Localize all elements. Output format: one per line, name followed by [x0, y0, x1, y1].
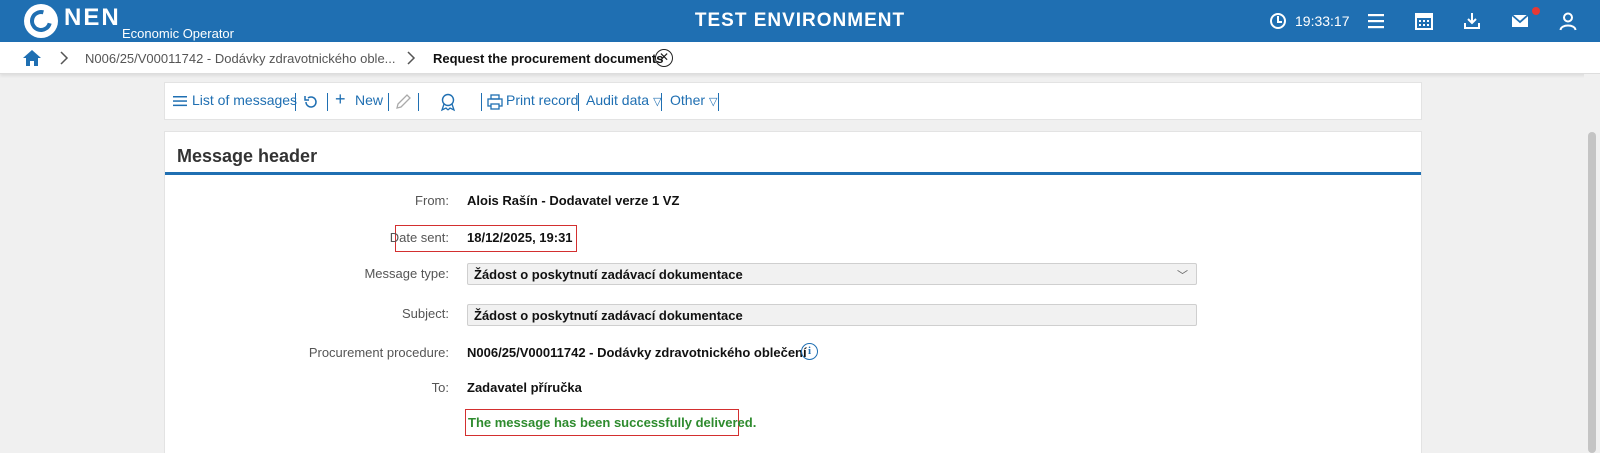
download-icon[interactable] [1462, 11, 1482, 31]
toolbar-divider [578, 93, 579, 111]
message-header-panel: Message header From: Alois Rašín - Dodav… [164, 131, 1422, 453]
toolbar-divider [388, 93, 389, 111]
new-button[interactable]: New [355, 92, 383, 108]
mail-icon[interactable] [1510, 11, 1530, 31]
title-divider [165, 172, 1421, 175]
message-type-value: Žádost o poskytnutí zadávací dokumentace [474, 267, 743, 282]
subject-value: Žádost o poskytnutí zadávací dokumentace [474, 308, 743, 323]
notification-badge [1532, 7, 1540, 15]
chevron-down-icon: ﹀ [1177, 270, 1188, 282]
scrollbar-thumb[interactable] [1588, 132, 1596, 453]
toolbar-divider [718, 93, 719, 111]
home-icon[interactable] [22, 49, 42, 67]
toolbar-divider [295, 93, 296, 111]
page-title: Message header [177, 146, 318, 166]
print-record-button[interactable]: Print record [506, 92, 578, 108]
session-time: 19:33:17 [1295, 13, 1350, 29]
environment-title: TEST ENVIRONMENT [694, 10, 906, 31]
from-label: From: [415, 193, 449, 208]
toolbar-divider [418, 93, 419, 111]
to-label: To: [431, 380, 449, 395]
user-icon[interactable] [1558, 11, 1578, 31]
menu-icon[interactable] [1366, 11, 1386, 31]
chevron-right-icon [407, 51, 416, 65]
toolbar-divider [481, 93, 482, 111]
other-label: Other [670, 92, 706, 108]
message-type-select[interactable]: Žádost o poskytnutí zadávací dokumentace… [467, 263, 1197, 285]
plus-icon: + [335, 89, 346, 109]
breadcrumb: N006/25/V00011742 - Dodávky zdravotnické… [0, 42, 1600, 74]
certificate-icon[interactable] [439, 92, 457, 112]
message-type-label: Message type: [364, 266, 449, 281]
date-sent-label: Date sent: [389, 230, 449, 245]
procurement-procedure-value[interactable]: N006/25/V00011742 - Dodávky zdravotnické… [467, 345, 807, 360]
toolbar-divider [661, 93, 662, 111]
toolbar-divider [327, 93, 328, 111]
audit-data-label: Audit data [586, 92, 650, 108]
chevron-right-icon [60, 51, 69, 65]
message-toolbar: List of messages + New Print record Audi… [164, 82, 1422, 120]
procurement-procedure-label: Procurement procedure: [308, 345, 449, 360]
info-icon[interactable]: i [801, 343, 818, 360]
list-of-messages-button[interactable]: List of messages [192, 92, 297, 108]
other-dropdown[interactable]: Other ▽ [670, 92, 717, 108]
list-icon [173, 96, 187, 107]
subject-field[interactable]: Žádost o poskytnutí zadávací dokumentace [467, 304, 1197, 326]
close-icon[interactable]: ✕ [655, 49, 673, 67]
edit-pencil-icon[interactable] [395, 93, 411, 110]
breadcrumb-current: Request the procurement documents [433, 51, 664, 66]
refresh-icon[interactable] [303, 94, 319, 110]
triangle-down-icon: ▽ [709, 96, 718, 108]
clock-icon [1270, 13, 1286, 29]
audit-data-dropdown[interactable]: Audit data ▽ [586, 92, 662, 108]
top-bar: NEN Economic Operator TEST ENVIRONMENT 1… [0, 0, 1600, 42]
to-value: Zadavatel příručka [467, 380, 582, 395]
calendar-icon[interactable] [1414, 11, 1434, 31]
delivery-status-message: The message has been successfully delive… [468, 415, 757, 430]
date-sent-value: 18/12/2025, 19:31 [467, 230, 573, 245]
printer-icon [487, 94, 503, 110]
subject-label: Subject: [402, 306, 449, 321]
from-value: Alois Rašín - Dodavatel verze 1 VZ [467, 193, 680, 208]
breadcrumb-procedure[interactable]: N006/25/V00011742 - Dodávky zdravotnické… [85, 51, 396, 66]
